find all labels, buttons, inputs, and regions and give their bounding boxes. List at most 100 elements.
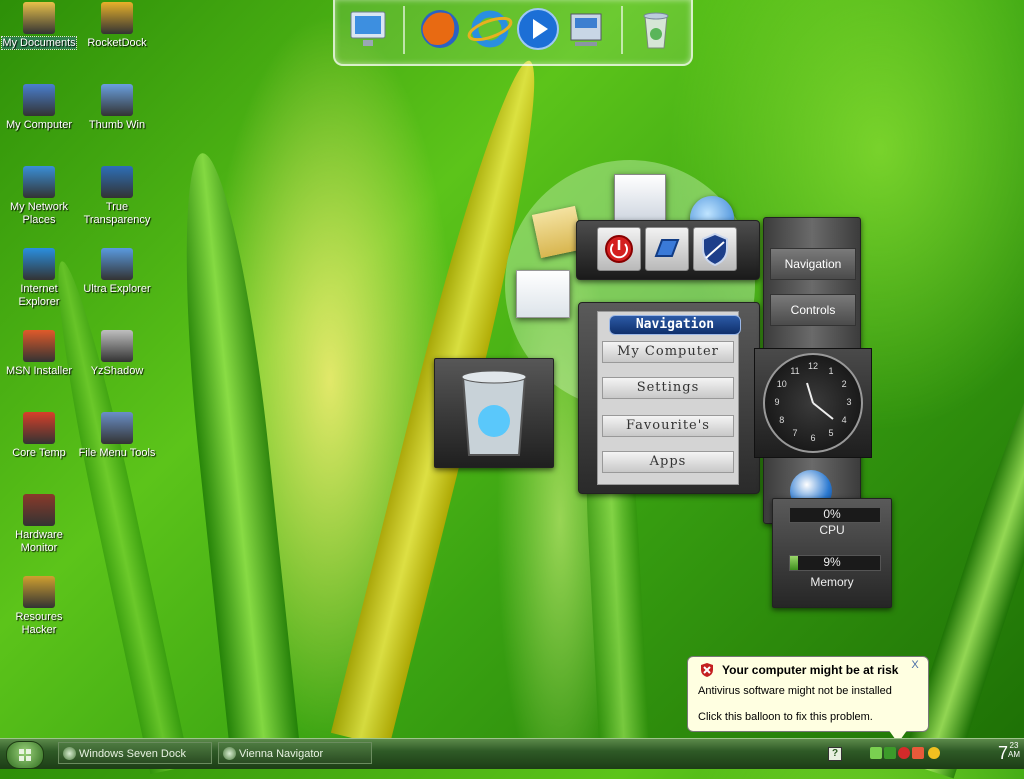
resources-hacker-icon xyxy=(23,576,55,608)
taskbar: Windows Seven Dock Vienna Navigator ? 7 … xyxy=(0,738,1024,769)
navigator-toolbar xyxy=(576,220,760,280)
desktop-icon-my-network-places[interactable]: My Network Places xyxy=(0,166,78,227)
desktop-icon-label: Core Temp xyxy=(12,447,66,459)
msn-installer-icon xyxy=(23,330,55,362)
top-dock xyxy=(333,0,693,66)
firefox-icon[interactable] xyxy=(417,6,463,52)
cpu-value: 0% xyxy=(823,507,841,521)
navigation-title: Navigation xyxy=(609,315,741,335)
app-tray-icon[interactable] xyxy=(912,747,924,759)
dock-app-icon xyxy=(63,747,76,760)
recycle-bin-icon xyxy=(461,370,527,456)
hardware-monitor-icon xyxy=(23,494,55,526)
desktop-icon-label: My Documents xyxy=(1,36,77,50)
recycle-bin-icon[interactable] xyxy=(633,6,679,52)
file-menu-tools-icon xyxy=(101,412,133,444)
my-documents-icon xyxy=(23,2,55,34)
security-alert-icon[interactable] xyxy=(898,747,910,759)
desktop-icon-file-menu-tools[interactable]: File Menu Tools xyxy=(78,412,156,460)
desktop-icon-my-documents[interactable]: My Documents xyxy=(0,2,78,50)
apps-button[interactable]: Apps xyxy=(602,451,734,473)
desktop-icon-label: RocketDock xyxy=(87,37,147,49)
desktop-icon-hardware-monitor[interactable]: Hardware Monitor xyxy=(0,494,78,555)
sidebar-controls-button[interactable]: Controls xyxy=(770,294,856,326)
desktop-icon-ultra-explorer[interactable]: Ultra Explorer xyxy=(78,248,156,296)
navigation-menu: Navigation My Computer Settings Favourit… xyxy=(578,302,760,494)
sidebar-navigation-button[interactable]: Navigation xyxy=(770,248,856,280)
power-button[interactable] xyxy=(597,227,641,271)
window-icon xyxy=(654,239,680,257)
help-icon[interactable]: ? xyxy=(828,747,842,761)
security-button[interactable] xyxy=(693,227,737,271)
windows-logo-icon xyxy=(19,749,31,761)
desktop-icon-rocketdock[interactable]: RocketDock xyxy=(78,2,156,50)
balloon-title: Your computer might be at risk xyxy=(722,663,899,677)
shield-icon xyxy=(702,232,728,267)
monitor-icon[interactable] xyxy=(345,6,391,52)
documents-icon[interactable] xyxy=(614,174,666,222)
desktop-icon-resources-hacker[interactable]: Resoures Hacker xyxy=(0,576,78,637)
memory-value: 9% xyxy=(823,555,841,569)
my-computer-icon xyxy=(23,84,55,116)
balloon-line1: Antivirus software might not be installe… xyxy=(698,685,892,697)
system-meter-gadget: 0% CPU 9% Memory xyxy=(772,498,892,608)
ie-icon[interactable] xyxy=(467,6,513,52)
network-icon[interactable] xyxy=(870,747,882,759)
desktop-icon-label: Internet Explorer xyxy=(18,283,60,308)
settings-button[interactable]: Settings xyxy=(602,377,734,399)
desktop-icon-label: Ultra Explorer xyxy=(83,283,151,295)
media-player-icon[interactable] xyxy=(515,6,561,52)
rocketdock-icon xyxy=(101,2,133,34)
clock-hands xyxy=(806,382,834,420)
desktop-icon-yzshadow[interactable]: YzShadow xyxy=(78,330,156,378)
desktop-icon-label: Thumb Win xyxy=(88,119,146,131)
internet-explorer-icon xyxy=(23,248,55,280)
clock-gadget: 12 1 2 3 4 5 6 7 8 9 10 11 xyxy=(754,348,872,458)
power-icon xyxy=(605,235,633,263)
taskbar-clock-minutes[interactable]: 23 AM xyxy=(1008,741,1020,759)
task-label: Windows Seven Dock xyxy=(79,748,186,760)
task-windows-seven-dock[interactable]: Windows Seven Dock xyxy=(58,742,212,764)
update-icon[interactable] xyxy=(884,747,896,759)
desktop-icon-internet-explorer[interactable]: Internet Explorer xyxy=(0,248,78,309)
desktop-icon-label: True Transparency xyxy=(83,201,151,226)
grass-blade xyxy=(167,149,300,754)
desktop-icon-label: My Computer xyxy=(5,119,73,131)
navigator-app-icon xyxy=(223,747,236,760)
messenger-icon[interactable] xyxy=(928,747,940,759)
control-panel-icon[interactable] xyxy=(563,6,609,52)
dock-separator xyxy=(403,6,405,54)
clock-minutes: 23 xyxy=(1009,741,1019,750)
ultra-explorer-icon xyxy=(101,248,133,280)
window-button[interactable] xyxy=(645,227,689,271)
favourites-button[interactable]: Favourite's xyxy=(602,415,734,437)
desktop-icon-label: My Network Places xyxy=(9,201,69,226)
balloon-close-button[interactable]: X xyxy=(908,659,922,673)
taskbar-clock-hour[interactable]: 7 xyxy=(998,743,1008,764)
start-button[interactable] xyxy=(6,741,44,769)
desktop-icon-thumb-win[interactable]: Thumb Win xyxy=(78,84,156,132)
shield-warning-icon xyxy=(701,663,713,677)
desktop-icon-msn-installer[interactable]: MSN Installer xyxy=(0,330,78,378)
task-vienna-navigator[interactable]: Vienna Navigator xyxy=(218,742,372,764)
security-balloon[interactable]: Your computer might be at risk X Antivir… xyxy=(687,656,929,743)
system-tray: 7 23 AM xyxy=(844,739,1024,769)
recycle-bin-gadget[interactable] xyxy=(434,358,554,468)
desktop-icon-my-computer[interactable]: My Computer xyxy=(0,84,78,132)
cpu-label: CPU xyxy=(819,523,845,537)
task-label: Vienna Navigator xyxy=(239,748,324,760)
desktop-icon-label: File Menu Tools xyxy=(78,447,156,459)
thumb-win-icon xyxy=(101,84,133,116)
desktop-icon-label: Hardware Monitor xyxy=(15,529,63,554)
memory-label: Memory xyxy=(810,575,854,589)
calendar-icon[interactable] xyxy=(516,270,570,318)
desktop-icon-label: Resoures Hacker xyxy=(15,611,63,636)
desktop-icon-label: MSN Installer xyxy=(5,365,73,377)
desktop-icon-label: YzShadow xyxy=(90,365,144,377)
core-temp-icon xyxy=(23,412,55,444)
my-computer-button[interactable]: My Computer xyxy=(602,341,734,363)
clock-ampm: AM xyxy=(1008,750,1020,759)
desktop-icon-true-transparency[interactable]: True Transparency xyxy=(78,166,156,227)
yzshadow-icon xyxy=(101,330,133,362)
desktop-icon-core-temp[interactable]: Core Temp xyxy=(0,412,78,460)
